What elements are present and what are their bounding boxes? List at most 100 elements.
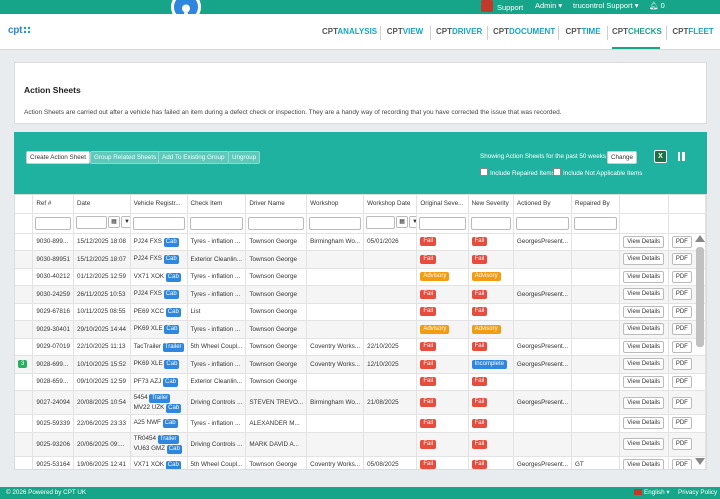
filter-date-input[interactable] [75, 215, 107, 229]
checkbox-box[interactable] [480, 168, 488, 176]
calendar-icon[interactable]: ▦ [396, 215, 409, 228]
add-to-existing-group-button[interactable]: Add To Existing Group [158, 151, 229, 164]
pdf-button[interactable]: PDF [671, 438, 692, 450]
header-driver[interactable]: Driver Name [245, 195, 308, 214]
filter-ref-input[interactable] [35, 216, 71, 230]
pdf-button[interactable]: PDF [671, 270, 692, 283]
filter-repaired-by-input[interactable] [574, 216, 617, 230]
nav-analysis[interactable]: CPTANALYSIS [322, 14, 377, 50]
header-new-severity[interactable]: New Severity [468, 195, 514, 214]
pdf-button[interactable]: PDF [671, 323, 692, 336]
include-na-checkbox[interactable]: Include Not Applicable Items [553, 168, 642, 177]
nav-view[interactable]: CPTVIEW [386, 14, 424, 50]
header-check-item[interactable]: Check Item [187, 195, 247, 214]
row-select-cell[interactable] [15, 320, 34, 339]
privacy-policy-link[interactable]: Privacy Policy [678, 487, 717, 499]
table-row[interactable]: 9025-53164 19/06/2025 12:41 VX71 XOK Cab 5t… [15, 456, 706, 469]
row-select-cell[interactable] [15, 373, 34, 391]
pdf-button[interactable]: PDF [671, 340, 692, 353]
row-select-cell[interactable] [15, 250, 34, 269]
filter-icon[interactable]: ▼ [409, 215, 416, 228]
table-row[interactable]: 9030-24259 26/11/2025 10:53 PJ24 FXS Cab Ty… [15, 285, 706, 304]
view-details-button[interactable]: View Details [623, 323, 665, 336]
table-row[interactable]: 9030-89951 15/12/2025 18:07 PJ24 FXS Cab Ex… [15, 250, 706, 269]
notifications[interactable]: 🔔︎ 0 [649, 0, 665, 14]
row-select-cell[interactable] [15, 432, 34, 457]
row-select-cell[interactable] [15, 390, 34, 415]
scroll-down-arrow[interactable] [695, 458, 705, 465]
language-selector[interactable]: English ▾ [634, 487, 670, 499]
table-row[interactable]: 9028-659... 09/10/2025 12:59 PF73 AZJ Cab E… [15, 373, 706, 391]
view-details-button[interactable]: View Details [623, 305, 665, 318]
table-row[interactable]: 3 9028-699... 10/10/2025 15:52 PK69 XLE Cab… [15, 355, 706, 374]
filter-new-severity-input[interactable] [470, 216, 511, 230]
nav-fleet[interactable]: CPTFLEET [672, 14, 714, 50]
view-details-button[interactable]: View Details [623, 458, 665, 469]
row-select-cell[interactable] [15, 233, 34, 251]
checkbox-box[interactable] [553, 168, 561, 176]
view-details-button[interactable]: View Details [623, 253, 665, 266]
table-row[interactable]: 9029-07019 22/10/2025 11:13 TacTrailer Tra… [15, 338, 706, 356]
nav-document[interactable]: CPTDOCUMENT [493, 14, 555, 50]
account-menu[interactable]: trucontrol Support ▾ [573, 0, 638, 14]
excel-export-icon[interactable]: X [654, 150, 667, 163]
table-row[interactable]: 9030-40212 01/12/2025 12:59 VX71 XOK Cab Ty… [15, 268, 706, 286]
create-action-sheet-button[interactable]: Create Action Sheet [26, 151, 91, 164]
pdf-button[interactable]: PDF [671, 358, 692, 371]
header-workshop-date[interactable]: Workshop Date [363, 195, 418, 214]
pdf-button[interactable]: PDF [671, 458, 692, 469]
table-row[interactable]: 9025-59339 22/06/2025 23:33 A25 NWF Cab Tyr… [15, 414, 706, 433]
row-select-cell[interactable] [15, 414, 34, 433]
view-details-button[interactable]: View Details [623, 375, 665, 388]
filter-actioned-by-input[interactable] [515, 216, 570, 230]
nav-time[interactable]: CPTTIME [565, 14, 601, 50]
group-related-sheets-button[interactable]: Group Related Sheets [90, 151, 161, 164]
header-ref[interactable]: Ref # [32, 195, 74, 214]
table-row[interactable]: 9025-93206 20/06/2025 09:... TR0454 Traile… [15, 432, 706, 457]
filter-workshop-date-input[interactable] [366, 215, 396, 229]
row-select-cell[interactable] [15, 285, 34, 304]
pdf-button[interactable]: PDF [671, 417, 692, 430]
row-select-cell[interactable] [15, 456, 34, 469]
scroll-up-arrow[interactable] [695, 235, 705, 242]
row-select-cell[interactable]: 3 [15, 355, 34, 374]
header-workshop[interactable]: Workshop [306, 195, 365, 214]
change-range-button[interactable]: Change [607, 151, 638, 164]
group-count-badge[interactable]: 3 [18, 360, 28, 369]
header-vehicle[interactable]: Vehicle Registr... [130, 195, 188, 214]
view-details-button[interactable]: View Details [623, 235, 665, 248]
nav-driver[interactable]: CPTDRIVER [436, 14, 482, 50]
pdf-button[interactable]: PDF [671, 305, 692, 318]
filter-check-item-input[interactable] [189, 216, 244, 230]
view-details-button[interactable]: View Details [623, 396, 665, 409]
row-select-cell[interactable] [15, 303, 34, 321]
nav-checks[interactable]: CPTCHECKS [612, 14, 662, 49]
header-original-severity[interactable]: Original Seve... [416, 195, 469, 214]
filter-icon[interactable]: ▼ [120, 215, 130, 228]
table-row[interactable]: 9027-24094 20/08/2025 10:54 5454 Trailer MV… [15, 390, 706, 415]
pdf-button[interactable]: PDF [671, 375, 692, 388]
table-row[interactable]: 9029-67816 10/11/2025 08:55 PE69 XCC Cab Li… [15, 303, 706, 321]
header-repaired-by[interactable]: Repaired By [571, 195, 620, 214]
table-row[interactable]: 9029-30401 29/10/2025 14:44 PK69 XLE Cab Ty… [15, 320, 706, 339]
view-details-button[interactable]: View Details [623, 417, 665, 430]
ungroup-button[interactable]: Ungroup [228, 151, 261, 164]
view-details-button[interactable]: View Details [623, 358, 665, 371]
support-link[interactable]: Support [481, 0, 523, 14]
include-repaired-checkbox[interactable]: Include Repaired Items [480, 168, 555, 177]
filter-original-severity-input[interactable] [419, 216, 466, 230]
pdf-button[interactable]: PDF [671, 253, 692, 266]
view-details-button[interactable]: View Details [623, 340, 665, 353]
row-select-cell[interactable] [15, 338, 34, 356]
logo[interactable]: cpt [8, 25, 31, 36]
table-row[interactable]: 9030-899... 15/12/2025 18:08 PJ24 FXS Cab T… [15, 233, 706, 251]
pdf-button[interactable]: PDF [671, 288, 692, 301]
filter-vehicle-input[interactable] [132, 216, 185, 230]
scrollbar-thumb[interactable] [696, 247, 704, 347]
row-select-cell[interactable] [15, 268, 34, 286]
columns-icon[interactable] [678, 152, 685, 161]
pdf-button[interactable]: PDF [671, 396, 692, 409]
pdf-button[interactable]: PDF [671, 235, 692, 248]
filter-workshop-input[interactable] [309, 216, 362, 230]
header-date[interactable]: Date [73, 195, 131, 214]
